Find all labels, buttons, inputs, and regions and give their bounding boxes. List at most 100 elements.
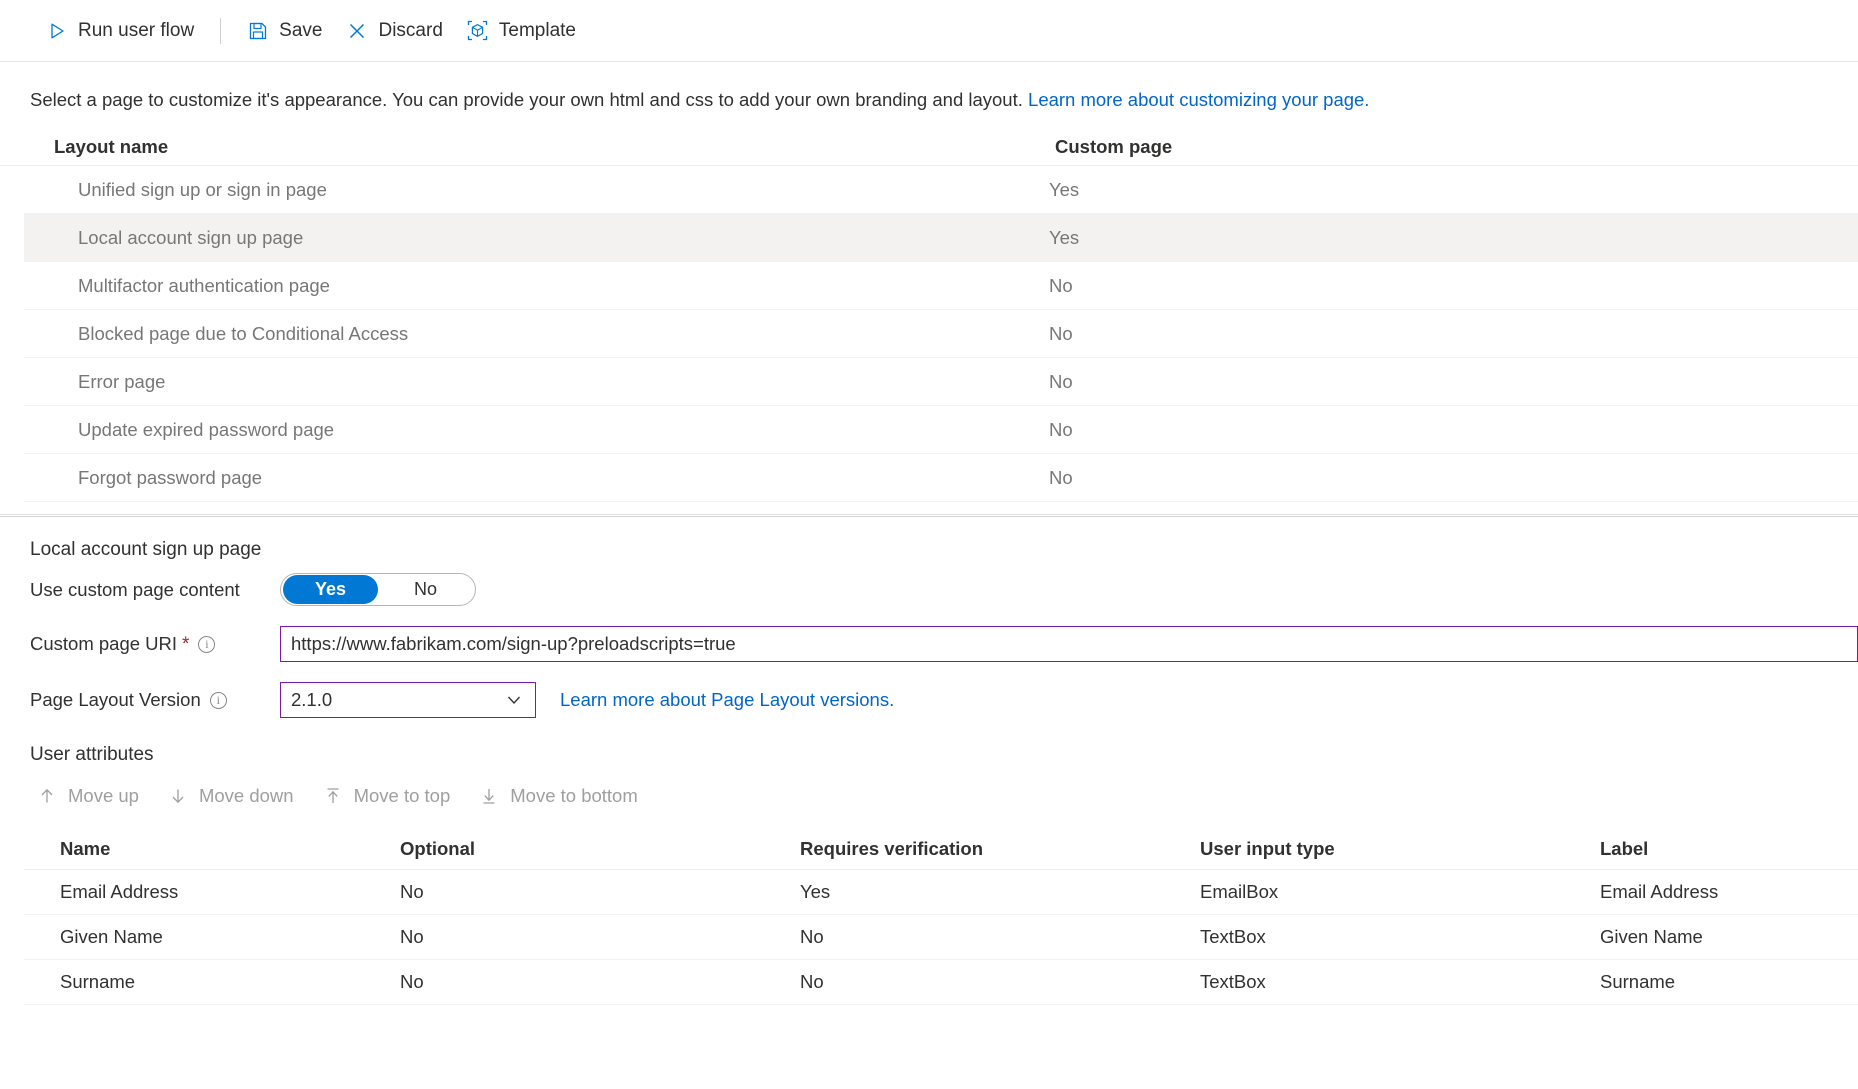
attribute-name-cell: Email Address [60,881,179,902]
info-icon[interactable]: i [209,691,227,709]
page-body: Select a page to customize it's appearan… [0,62,1858,1005]
attribute-verification-cell: Yes [800,881,831,902]
table-row[interactable]: Given Name No No TextBox Given Name [24,915,1858,960]
chevron-down-icon [505,691,523,709]
attribute-label-cell: Given Name [1600,926,1703,947]
custom-page-uri-label-text: Custom page URI [30,633,178,654]
attribute-optional-cell: No [400,881,424,902]
custom-page-cell: No [1049,370,1073,392]
table-row[interactable]: Blocked page due to Conditional Access N… [24,310,1858,358]
run-user-flow-button[interactable]: Run user flow [34,9,206,53]
column-header-custom-page: Custom page [1055,135,1173,157]
table-row[interactable]: Local account sign up page Yes [24,214,1858,262]
table-row[interactable]: Unified sign up or sign in page Yes [24,166,1858,214]
column-header-optional: Optional [400,837,476,859]
attribute-label-cell: Email Address [1600,881,1719,902]
column-header-name: Name [60,837,111,859]
use-custom-page-content-toggle[interactable]: Yes No [280,573,476,606]
intro-sentence: Select a page to customize it's appearan… [30,89,1023,110]
column-header-user-input-type: User input type [1200,837,1335,859]
required-asterisk: * [182,633,190,655]
move-down-label: Move down [198,785,294,806]
save-button[interactable]: Save [235,9,334,53]
attribute-label-cell: Surname [1600,971,1676,992]
arrow-down-icon [167,785,189,807]
play-icon [46,20,68,42]
discard-button[interactable]: Discard [334,9,454,53]
move-down-button[interactable]: Move down [153,776,308,816]
attribute-optional-cell: No [400,926,424,947]
user-attributes-table: Name Optional Requires verification User… [24,828,1858,1005]
move-to-bottom-button[interactable]: Move to bottom [464,776,652,816]
template-icon [467,20,489,42]
template-button[interactable]: Template [455,9,588,53]
attribute-input-type-cell: TextBox [1200,971,1266,992]
save-label: Save [279,19,323,41]
info-icon[interactable]: i [198,635,216,653]
move-to-top-label: Move to top [353,785,451,806]
toggle-option-yes[interactable]: Yes [283,575,378,604]
attribute-verification-cell: No [800,926,824,947]
column-header-label: Label [1600,837,1649,859]
customize-page-learn-more-link[interactable]: Learn more about customizing your page. [1028,89,1369,110]
custom-page-cell: No [1049,322,1073,344]
attribute-input-type-cell: TextBox [1200,926,1266,947]
user-attributes-title: User attributes [30,744,154,765]
user-attributes-table-header: Name Optional Requires verification User… [24,828,1858,870]
layout-name-cell: Unified sign up or sign in page [78,178,327,200]
custom-page-cell: Yes [1049,178,1080,200]
table-row[interactable]: Multifactor authentication page No [24,262,1858,310]
template-label: Template [498,19,576,41]
custom-page-uri-row: Custom page URI * i [30,626,1858,662]
custom-page-uri-label: Custom page URI * i [30,633,280,655]
arrow-to-top-icon [322,785,344,807]
layout-name-cell: Blocked page due to Conditional Access [78,322,409,344]
save-icon [247,20,269,42]
page-layout-version-row: Page Layout Version i 2.1.0 Learn more a… [30,682,1858,718]
run-user-flow-label: Run user flow [78,19,195,41]
table-row[interactable]: Error page No [24,358,1858,406]
column-header-layout-name: Layout name [54,135,169,157]
page-layout-version-label: Page Layout Version i [30,689,280,711]
attribute-verification-cell: No [800,971,824,992]
toggle-option-no[interactable]: No [378,575,473,604]
page-layout-version-value: 2.1.0 [291,689,333,710]
move-to-bottom-label: Move to bottom [510,785,638,806]
custom-page-uri-input[interactable] [280,626,1858,662]
page-layout-versions-learn-more-link[interactable]: Learn more about Page Layout versions. [560,689,894,711]
layout-name-cell: Update expired password page [78,418,335,440]
move-up-label: Move up [68,785,139,806]
layout-name-cell: Multifactor authentication page [78,274,330,296]
toolbar-separator [220,17,222,44]
attribute-name-cell: Surname [60,971,136,992]
custom-page-cell: No [1049,466,1073,488]
page-title: Local account sign up page [30,539,262,560]
use-custom-page-content-row: Use custom page content Yes No [30,573,1858,606]
use-custom-page-content-label: Use custom page content [30,578,240,600]
arrow-to-bottom-icon [478,785,500,807]
custom-page-cell: No [1049,418,1073,440]
layout-table-header: Layout name Custom page [0,128,1858,166]
table-row[interactable]: Email Address No Yes EmailBox Email Addr… [24,870,1858,915]
table-row[interactable]: Surname No No TextBox Surname [24,960,1858,1005]
page-layout-version-select[interactable]: 2.1.0 [280,682,536,718]
move-to-top-button[interactable]: Move to top [308,776,465,816]
custom-page-cell: No [1049,274,1073,296]
column-header-requires-verification: Requires verification [800,837,984,859]
table-row[interactable]: Update expired password page No [24,406,1858,454]
layout-name-cell: Local account sign up page [78,226,304,248]
table-row[interactable]: Forgot password page No [24,454,1858,502]
detail-pane: Local account sign up page Use custom pa… [0,517,1858,1005]
command-bar: Run user flow Save Discard Template [0,0,1858,62]
page-layout-version-label-text: Page Layout Version [30,689,201,710]
layout-name-cell: Error page [78,370,166,392]
move-up-button[interactable]: Move up [22,776,153,816]
discard-label: Discard [378,19,443,41]
attribute-optional-cell: No [400,971,424,992]
layout-name-cell: Forgot password page [78,466,263,488]
custom-page-cell: Yes [1049,226,1080,248]
intro-text: Select a page to customize it's appearan… [0,62,1858,128]
layout-table: Layout name Custom page Unified sign up … [0,128,1858,502]
user-attributes-toolbar: Move up Move down Move to top Move to bo… [22,776,1858,816]
arrow-up-icon [36,785,58,807]
